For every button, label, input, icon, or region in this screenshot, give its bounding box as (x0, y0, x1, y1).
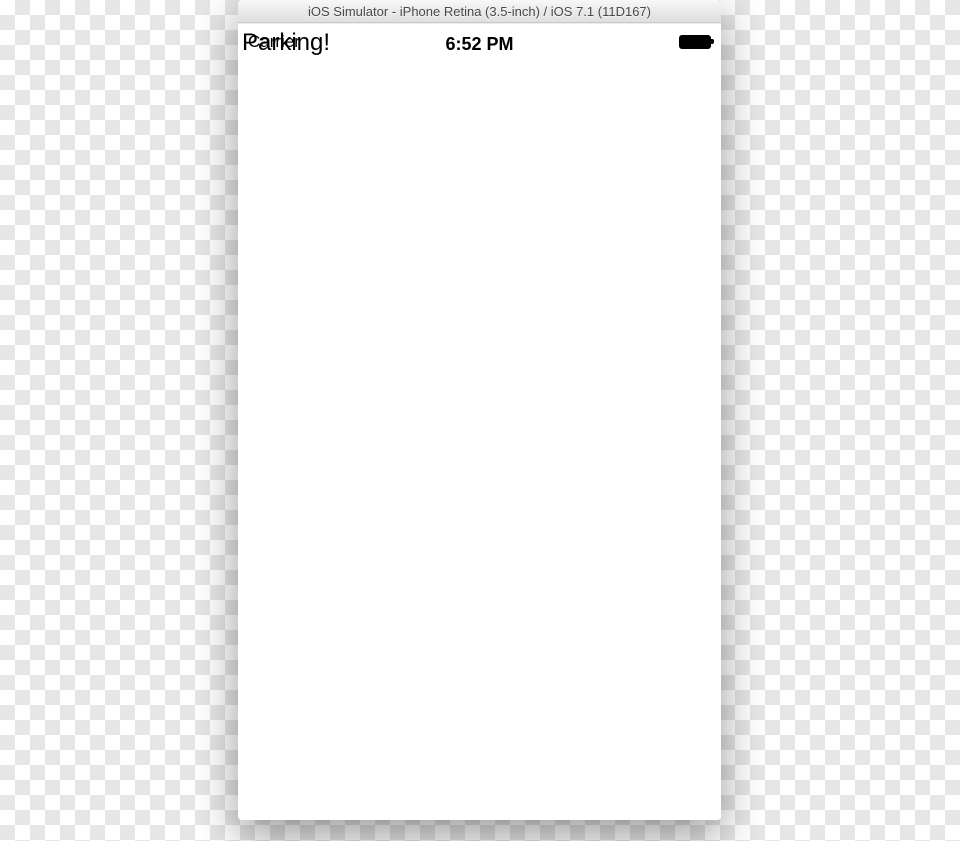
device-screen: Carrier Parking! 6:52 PM (238, 23, 721, 820)
simulator-window: iOS Simulator - iPhone Retina (3.5-inch)… (238, 0, 721, 820)
status-bar: Carrier Parking! 6:52 PM (238, 24, 721, 64)
window-titlebar[interactable]: iOS Simulator - iPhone Retina (3.5-inch)… (238, 0, 721, 23)
status-clock: 6:52 PM (445, 34, 513, 55)
page-background: iOS Simulator - iPhone Retina (3.5-inch)… (0, 0, 960, 841)
app-content-area[interactable] (238, 64, 721, 820)
battery-icon (679, 35, 711, 49)
window-title: iOS Simulator - iPhone Retina (3.5-inch)… (308, 4, 651, 19)
parking-label: Parking! (242, 29, 330, 57)
